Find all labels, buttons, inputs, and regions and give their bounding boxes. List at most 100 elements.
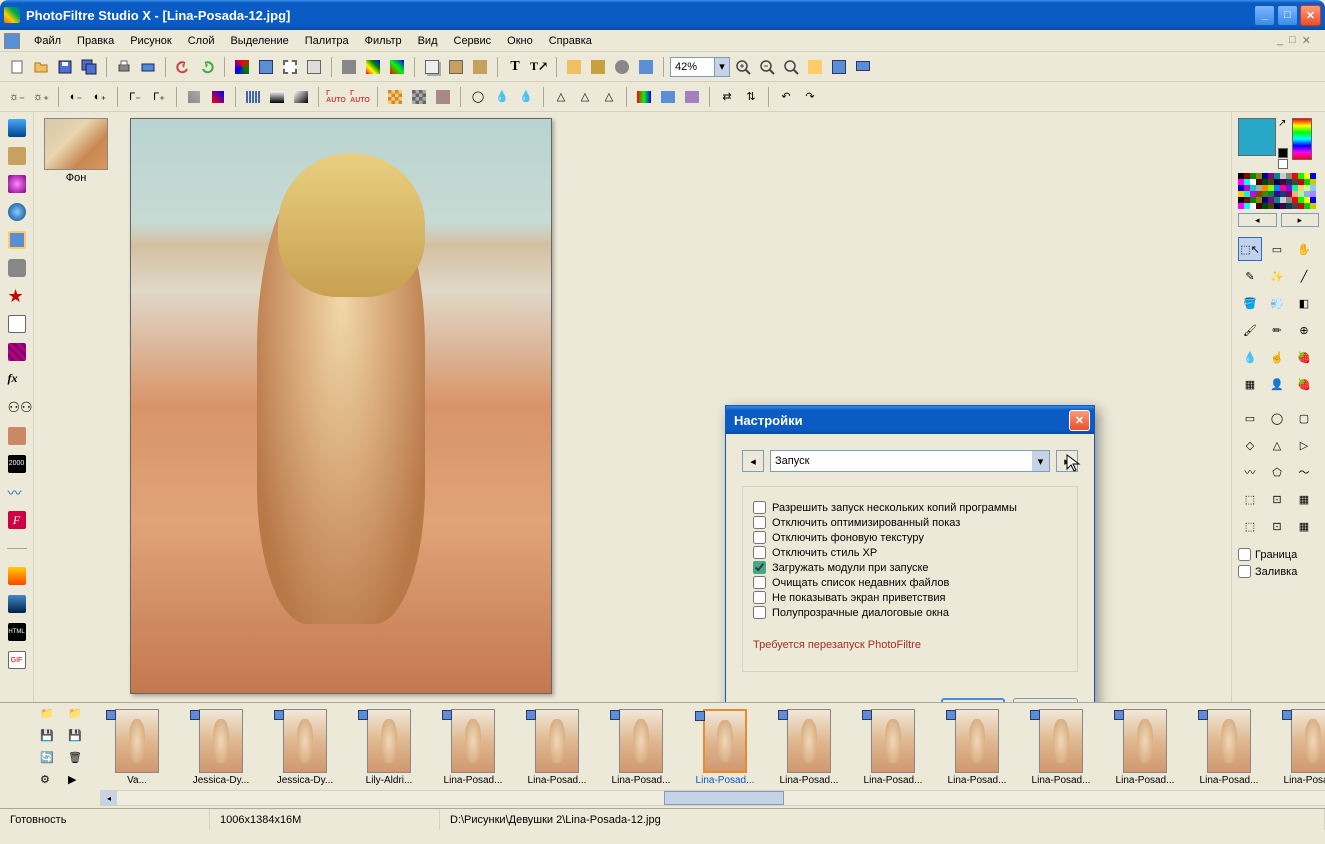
- thumbnail-item[interactable]: Lina-Posad...: [688, 709, 762, 786]
- redo-icon[interactable]: [196, 56, 218, 78]
- close-button[interactable]: ✕: [1300, 5, 1321, 26]
- text-icon[interactable]: T: [504, 56, 526, 78]
- filter-fx-icon[interactable]: fx: [5, 368, 29, 392]
- settings-icon[interactable]: [611, 56, 633, 78]
- open-file-icon[interactable]: [30, 56, 52, 78]
- sharpen2-icon[interactable]: △: [574, 86, 596, 108]
- canvas-size-icon[interactable]: [279, 56, 301, 78]
- thumbnail-item[interactable]: Lina-Posad...: [1108, 709, 1182, 786]
- blur-tool-icon[interactable]: 💧: [1238, 345, 1262, 369]
- menu-view[interactable]: Вид: [410, 33, 446, 49]
- text-path-icon[interactable]: T↗: [528, 56, 550, 78]
- swap-colors-icon[interactable]: ↗: [1278, 118, 1290, 130]
- filter-gif-icon[interactable]: GIF: [5, 648, 29, 672]
- ok-button[interactable]: ОК: [941, 698, 1005, 702]
- plugins-icon[interactable]: [587, 56, 609, 78]
- thumbnail-item[interactable]: Lily-Aldri...: [352, 709, 426, 786]
- undo-icon[interactable]: [172, 56, 194, 78]
- nav-next-button[interactable]: ▸: [1056, 450, 1078, 472]
- option-checkbox-2[interactable]: [753, 531, 766, 544]
- filter-page-icon[interactable]: [5, 312, 29, 336]
- pointer-tool-icon[interactable]: ⬚↖: [1238, 237, 1262, 261]
- wand-tool-icon[interactable]: ✨: [1265, 264, 1289, 288]
- menu-file[interactable]: Файл: [26, 33, 69, 49]
- dialog-close-button[interactable]: ✕: [1069, 410, 1090, 431]
- thumb-settings-icon[interactable]: ⚙: [40, 773, 58, 791]
- eraser-tool-icon[interactable]: ◧: [1292, 291, 1316, 315]
- line-tool-icon[interactable]: ╱: [1292, 264, 1316, 288]
- thumb-save-icon[interactable]: 💾: [40, 729, 58, 747]
- palette-swatch[interactable]: [1310, 203, 1316, 209]
- copy-icon[interactable]: [421, 56, 443, 78]
- clone-tool-icon[interactable]: 🍓: [1292, 345, 1316, 369]
- thumbnail-item[interactable]: Jessica-Dy...: [268, 709, 342, 786]
- fullscreen-icon[interactable]: [828, 56, 850, 78]
- option-checkbox-1[interactable]: [753, 516, 766, 529]
- thumbnail-item[interactable]: Lina-Posad...: [856, 709, 930, 786]
- thumb-folder-up-icon[interactable]: 📁: [40, 707, 58, 725]
- gamma-minus-icon[interactable]: Γ₋: [124, 86, 146, 108]
- option-checkbox-4[interactable]: [753, 561, 766, 574]
- thumbnail-item[interactable]: Lina-Posad...: [436, 709, 510, 786]
- gamma-plus-icon[interactable]: Γ₊: [148, 86, 170, 108]
- thumbnail-item[interactable]: Lina-Posad...: [520, 709, 594, 786]
- nav-prev-button[interactable]: ◂: [742, 450, 764, 472]
- option-checkbox-3[interactable]: [753, 546, 766, 559]
- dropdown-arrow-icon[interactable]: ▾: [1032, 451, 1049, 471]
- crop-icon[interactable]: [303, 56, 325, 78]
- histogram-icon[interactable]: [242, 86, 264, 108]
- zoom-in-icon[interactable]: [732, 56, 754, 78]
- texture-icon[interactable]: [432, 86, 454, 108]
- saturation-plus-icon[interactable]: [207, 86, 229, 108]
- hand-tool-icon[interactable]: ✋: [1292, 237, 1316, 261]
- contrast-plus-icon[interactable]: ◐₊: [89, 86, 111, 108]
- polygon-shape-icon[interactable]: ⬠: [1265, 460, 1289, 484]
- menu-image[interactable]: Рисунок: [122, 33, 180, 49]
- thumbnail-item[interactable]: Lina-Posad...: [772, 709, 846, 786]
- sharpen3-icon[interactable]: △: [598, 86, 620, 108]
- border-checkbox[interactable]: [1238, 548, 1251, 561]
- filter-emboss-icon[interactable]: [5, 144, 29, 168]
- filter-2000-icon[interactable]: 2000: [5, 452, 29, 476]
- triangle-shape-icon[interactable]: △: [1265, 433, 1289, 457]
- filter-mountain-icon[interactable]: [5, 592, 29, 616]
- filter-stripes-icon[interactable]: [5, 340, 29, 364]
- image-size-icon[interactable]: [255, 56, 277, 78]
- scroll-track[interactable]: [117, 791, 1325, 805]
- blur-icon[interactable]: ◯: [467, 86, 489, 108]
- minimize-button[interactable]: _: [1254, 5, 1275, 26]
- mdi-minimize-icon[interactable]: _: [1277, 34, 1283, 47]
- option-checkbox-5[interactable]: [753, 576, 766, 589]
- black-swatch[interactable]: [1278, 148, 1288, 158]
- filter-fire-icon[interactable]: [5, 564, 29, 588]
- filter-dots-icon[interactable]: ⚇⚇: [5, 396, 29, 420]
- portrait-tool-icon[interactable]: 👤: [1265, 372, 1289, 396]
- zoom-fit-icon[interactable]: [780, 56, 802, 78]
- thumbnail-item[interactable]: Lina-Posad...: [940, 709, 1014, 786]
- zoom-out-icon[interactable]: [756, 56, 778, 78]
- mdi-close-icon[interactable]: ✕: [1302, 34, 1311, 47]
- automate-icon[interactable]: [635, 56, 657, 78]
- menu-palette[interactable]: Палитра: [297, 33, 357, 49]
- paste-special-icon[interactable]: [469, 56, 491, 78]
- thumb-delete-icon[interactable]: 🗑: [68, 751, 86, 769]
- marquee1-icon[interactable]: ⬚: [1238, 487, 1262, 511]
- canvas-area[interactable]: Настройки ✕ ◂ Запуск ▾ ▸ Разрешить запус…: [118, 112, 1231, 702]
- lasso-shape-icon[interactable]: 〰: [1238, 460, 1262, 484]
- thumbnail-scrollbar[interactable]: ◂ ▸: [100, 790, 1325, 806]
- filter-glow-icon[interactable]: [5, 172, 29, 196]
- thumb-play-icon[interactable]: ▶: [68, 773, 86, 791]
- grid-icon[interactable]: [384, 86, 406, 108]
- art-tool-icon[interactable]: 🍓: [1292, 372, 1316, 396]
- smudge-tool-icon[interactable]: ☝: [1265, 345, 1289, 369]
- thumbnail-item[interactable]: Lina-Posad...: [1276, 709, 1325, 786]
- menu-filter[interactable]: Фильтр: [357, 33, 410, 49]
- marquee4-icon[interactable]: ⬚: [1238, 514, 1262, 538]
- section-select[interactable]: Запуск ▾: [770, 450, 1050, 472]
- color-palette[interactable]: [1238, 173, 1319, 209]
- menu-edit[interactable]: Правка: [69, 33, 122, 49]
- marquee6-icon[interactable]: ▦: [1292, 514, 1316, 538]
- palette-prev-button[interactable]: ◂: [1238, 213, 1277, 227]
- menu-layer[interactable]: Слой: [180, 33, 223, 49]
- maximize-button[interactable]: □: [1277, 5, 1298, 26]
